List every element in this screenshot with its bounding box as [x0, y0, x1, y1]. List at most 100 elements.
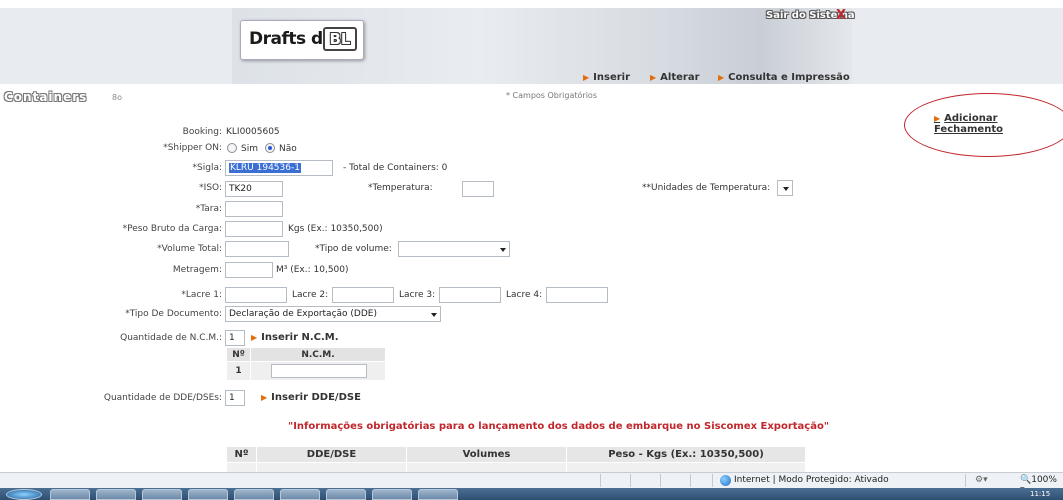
tipo-volume-select[interactable]	[398, 241, 510, 257]
ncm-row-num: 1	[226, 361, 251, 381]
sigla-label: *Sigla:	[192, 163, 222, 173]
volume-label: *Volume Total:	[157, 244, 222, 254]
logo-bl-box: BL	[323, 27, 357, 51]
temperature-input[interactable]	[462, 181, 494, 197]
chevron-down-icon	[500, 248, 506, 252]
lacre2-input[interactable]	[332, 287, 394, 303]
logo-text: Drafts de	[249, 29, 334, 49]
taskbar-app-7[interactable]	[326, 489, 366, 500]
status-separator	[630, 474, 631, 487]
taskbar-app-ie[interactable]	[50, 489, 90, 500]
qtd-dde-label: Quantidade de DDE/DSEs:	[103, 393, 222, 403]
lacre3-input[interactable]	[439, 287, 501, 303]
arrow-right-icon: ▶	[251, 333, 258, 342]
arrow-right-icon: ▶	[261, 393, 268, 402]
arrow-right-icon: ▶	[583, 73, 590, 82]
dde-col-peso: Peso - Kgs (Ex.: 10350,500)	[566, 446, 806, 463]
tara-label: *Tara:	[195, 204, 222, 214]
iso-input[interactable]: TK20	[225, 181, 283, 197]
shipper-yes-label: Sim	[241, 144, 258, 154]
ncm-col-code: N.C.M.	[250, 346, 386, 363]
siscomex-section-title: "Informações obrigatórias para o lançame…	[288, 421, 830, 432]
add-closing-link[interactable]: ▶ Adicionar Fechamento	[934, 113, 1063, 135]
internet-globe-icon	[720, 475, 731, 486]
tipo-documento-select[interactable]: Declaração de Exportação (DDE)	[225, 306, 441, 322]
metragem-label: Metragem:	[172, 265, 222, 275]
ncm-row-input-cell	[250, 361, 386, 381]
browser-status-bar	[0, 472, 1063, 488]
security-zone-status[interactable]: Internet | Modo Protegido: Ativado	[734, 475, 889, 485]
nav-consulta-impressao[interactable]: ▶ Consulta e Impressão	[718, 72, 850, 83]
booking-label: Booking:	[182, 127, 222, 137]
taskbar-app-9[interactable]	[418, 489, 458, 500]
dde-col-dde: DDE/DSE	[256, 446, 407, 463]
arrow-right-icon: ▶	[718, 73, 725, 82]
header-left-panel	[0, 8, 232, 84]
taskbar-app-arrow[interactable]	[188, 489, 228, 500]
inserir-dde-link[interactable]: ▶ Inserir DDE/DSE	[261, 392, 361, 403]
shipper-yes-radio[interactable]	[227, 143, 237, 153]
qtd-dde-input[interactable]: 1	[225, 390, 245, 406]
table-row: 1	[226, 361, 386, 381]
temperature-units-select[interactable]	[777, 180, 793, 196]
peso-input[interactable]	[225, 221, 283, 237]
total-containers: - Total de Containers: 0	[343, 163, 448, 173]
tara-input[interactable]	[225, 201, 283, 217]
temperature-label: *Temperatura:	[368, 183, 433, 193]
required-fields-note: * Campos Obrigatórios	[506, 91, 597, 100]
temperature-units-label: **Unidades de Temperatura:	[642, 183, 771, 193]
ncm-col-num: Nº	[226, 346, 251, 363]
shipper-no-radio[interactable]	[265, 143, 275, 153]
chevron-down-icon	[783, 187, 789, 191]
arrow-right-icon: ▶	[934, 114, 941, 123]
tipo-volume-label: *Tipo de volume:	[315, 244, 392, 254]
taskbar-app-explorer[interactable]	[96, 489, 136, 500]
chevron-down-icon	[431, 313, 437, 317]
taskbar-app-6[interactable]	[280, 489, 320, 500]
lacre3-label: Lacre 3:	[399, 290, 436, 300]
lacre1-input[interactable]	[225, 287, 287, 303]
ncm-input[interactable]	[271, 364, 367, 379]
dde-col-volumes: Volumes	[406, 446, 567, 463]
iso-label: *ISO:	[199, 183, 222, 193]
header-right-panel	[852, 8, 1063, 84]
status-separator	[965, 474, 966, 487]
status-separator	[690, 474, 691, 487]
taskbar-app-media[interactable]	[142, 489, 182, 500]
arrow-right-icon: ▶	[650, 73, 657, 82]
peso-label: *Peso Bruto da Carga:	[122, 224, 222, 234]
drafts-de-bl-logo: Drafts de BL	[240, 20, 364, 60]
metragem-input[interactable]	[225, 262, 273, 278]
peso-hint: Kgs (Ex.: 10350,500)	[288, 224, 383, 234]
page-title-suffix: 8o	[112, 93, 122, 102]
qtd-ncm-input[interactable]: 1	[225, 330, 245, 346]
lacre2-label: Lacre 2:	[292, 290, 329, 300]
metragem-hint: M³ (Ex.: 10,500)	[276, 265, 349, 275]
nav-alterar[interactable]: ▶ Alterar	[650, 72, 700, 83]
protected-mode-icon[interactable]: ⚙▾	[975, 475, 988, 485]
ncm-table: Nº N.C.M. 1	[226, 346, 386, 381]
start-button[interactable]	[6, 489, 42, 500]
booking-value: KLI0005605	[226, 127, 280, 137]
tipo-documento-label: *Tipo De Documento:	[125, 309, 222, 319]
sigla-input[interactable]: KLRU 194536-1	[225, 160, 333, 176]
shipper-label: *Shipper ON:	[163, 143, 222, 153]
lacre4-label: Lacre 4:	[506, 290, 543, 300]
status-separator	[660, 474, 661, 487]
status-separator	[600, 474, 601, 487]
logout-x-icon[interactable]: X	[836, 8, 846, 23]
taskbar-app-8[interactable]	[372, 489, 412, 500]
taskbar-app-5[interactable]	[234, 489, 274, 500]
dde-col-num: Nº	[226, 446, 257, 463]
page-title: Containers	[4, 90, 88, 104]
dde-table: Nº DDE/DSE Volumes Peso - Kgs (Ex.: 1035…	[226, 446, 806, 475]
lacre4-input[interactable]	[546, 287, 608, 303]
qtd-ncm-label: Quantidade de N.C.M.:	[120, 333, 222, 343]
nav-inserir[interactable]: ▶ Inserir	[583, 72, 630, 83]
taskbar-clock[interactable]: 11:15	[1030, 490, 1050, 498]
volume-input[interactable]	[225, 241, 289, 257]
lacre1-label: *Lacre 1:	[181, 290, 222, 300]
shipper-no-label: Não	[279, 144, 297, 154]
status-separator	[712, 474, 713, 487]
inserir-ncm-link[interactable]: ▶ Inserir N.C.M.	[251, 332, 339, 343]
